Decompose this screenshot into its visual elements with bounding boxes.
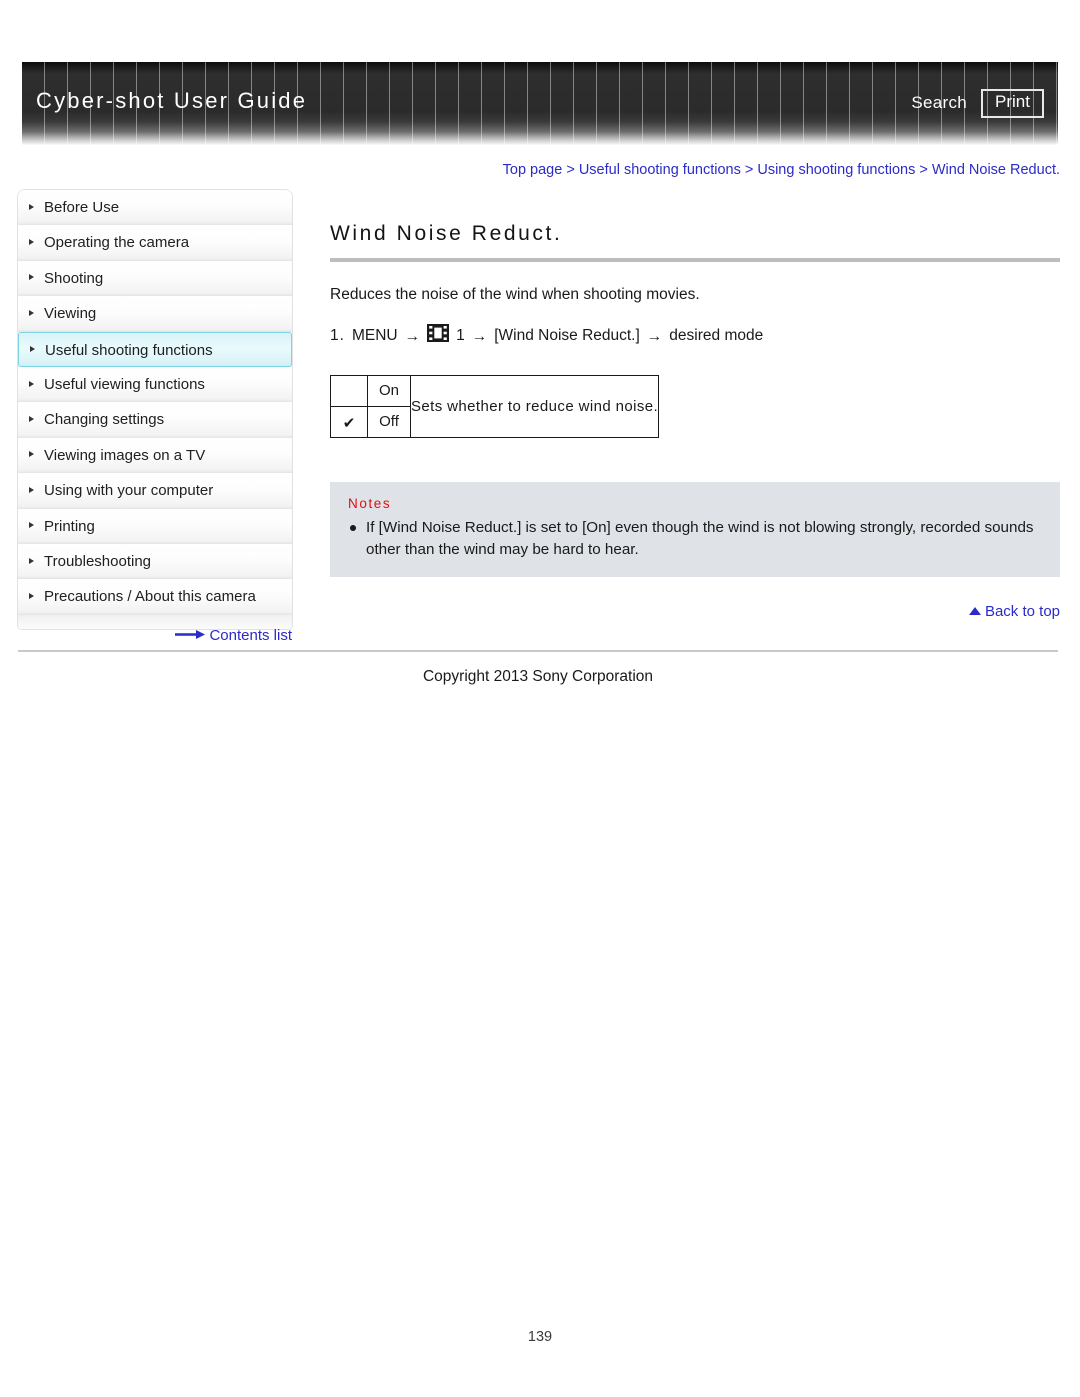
check-icon: ✔ [342, 414, 356, 432]
sidebar-item-operating-the-camera[interactable]: Operating the camera [18, 225, 292, 261]
menu-label: MENU [351, 327, 398, 345]
triangle-right-icon [29, 557, 34, 564]
intro-paragraph: Reduces the noise of the wind when shoot… [330, 286, 700, 303]
arrow-right-glyph-2: → [471, 328, 488, 346]
sidebar-item-label: Viewing images on a TV [44, 446, 206, 464]
copyright-text: Copyright 2013 Sony Corporation [422, 668, 654, 685]
arrow-right-glyph-1: → [404, 328, 421, 346]
triangle-right-icon [29, 274, 34, 281]
triangle-right-icon [30, 345, 35, 352]
default-marker-cell: ✔ [330, 405, 368, 438]
contents-list-label: Contents list [209, 627, 292, 644]
header-actions: Search Print [911, 89, 1044, 118]
sidebar-item-label: Using with your computer [44, 482, 214, 500]
triangle-right-icon [29, 592, 34, 599]
triangle-right-icon [29, 239, 34, 246]
site-header: Cyber-shot User Guide Search Print [22, 62, 1058, 145]
main-content: Wind Noise Reduct. Reduces the noise of … [330, 222, 1060, 620]
site-title: Cyber-shot User Guide [36, 88, 308, 113]
page-number: 139 [527, 1329, 553, 1345]
contents-list-link[interactable]: Contents list [18, 627, 292, 645]
back-to-top-link[interactable]: Back to top [330, 603, 1060, 620]
search-button[interactable]: Search [911, 93, 967, 113]
sidebar-item-label: Printing [44, 517, 95, 535]
film-strip-icon [427, 323, 450, 348]
desired-mode-label: desired mode [669, 327, 764, 345]
default-marker-cell [330, 374, 368, 407]
option-cell: On [367, 374, 411, 407]
sidebar-navigation: Before Use Operating the camera Shooting Vi… [18, 190, 292, 629]
menu-tab-number: 1 [456, 327, 465, 345]
triangle-right-icon [29, 522, 34, 529]
sidebar-item-viewing-images-on-a-tv[interactable]: Viewing images on a TV [18, 437, 292, 474]
triangle-right-icon [29, 416, 34, 423]
page-title: Wind Noise Reduct. [330, 222, 563, 245]
sidebar-item-useful-viewing-functions[interactable]: Useful viewing functions [18, 366, 292, 403]
sidebar-item-troubleshooting[interactable]: Troubleshooting [18, 543, 292, 580]
note-item: If [Wind Noise Reduct.] is set to [On] e… [346, 517, 1044, 561]
sidebar-item-changing-settings[interactable]: Changing settings [18, 402, 292, 438]
sidebar-item-label: Changing settings [44, 411, 165, 429]
sidebar-item-label: Troubleshooting [44, 552, 152, 570]
sidebar-item-label: Operating the camera [44, 234, 190, 252]
triangle-right-icon [29, 451, 34, 458]
table-row: On Sets whether to reduce wind noise. [330, 374, 660, 438]
arrow-right-glyph-3: → [646, 328, 663, 346]
arrow-right-icon [175, 627, 206, 644]
sidebar-item-using-with-your-computer[interactable]: Using with your computer [18, 473, 292, 509]
sidebar-item-shooting[interactable]: Shooting [18, 260, 292, 297]
sidebar-item-label: Viewing [44, 305, 97, 323]
note-text: If [Wind Noise Reduct.] is set to [On] e… [366, 518, 1034, 558]
triangle-right-icon [29, 309, 34, 316]
settings-options-table: On Sets whether to reduce wind noise. ✔ Off [330, 374, 660, 438]
menu-path-step: 1. MENU → 1 → [Wind Noise Reduct.] → des… [330, 323, 1060, 349]
back-to-top-label: Back to top [984, 602, 1060, 620]
notes-heading: Notes [348, 495, 392, 511]
print-button[interactable]: Print [981, 89, 1044, 118]
triangle-up-icon [968, 607, 981, 616]
sidebar-item-label: Useful viewing functions [44, 375, 205, 393]
sidebar-item-label: Useful shooting functions [45, 341, 213, 359]
option-description-cell: Sets whether to reduce wind noise. [409, 374, 660, 438]
sidebar-item-label: Before Use [44, 199, 120, 216]
sidebar-item-label: Precautions / About this camera [44, 588, 256, 606]
sidebar-item-before-use[interactable]: Before Use [18, 190, 292, 226]
triangle-right-icon [29, 380, 34, 387]
sidebar-item-precautions-about-this-camera[interactable]: Precautions / About this camera [18, 579, 292, 615]
triangle-right-icon [29, 486, 34, 493]
sidebar-item-printing[interactable]: Printing [18, 508, 292, 544]
breadcrumb[interactable]: Top page > Useful shooting functions > U… [330, 162, 1060, 178]
sidebar-item-viewing[interactable]: Viewing [18, 296, 292, 332]
step-number: 1. [330, 327, 345, 345]
option-cell: Off [367, 405, 411, 438]
triangle-right-icon [29, 203, 34, 210]
bullet-icon [350, 524, 356, 531]
title-divider [330, 258, 1060, 262]
setting-name: [Wind Noise Reduct.] [494, 327, 640, 345]
notes-list: If [Wind Noise Reduct.] is set to [On] e… [346, 517, 1044, 561]
sidebar-item-label: Shooting [44, 269, 104, 287]
notes-box: Notes If [Wind Noise Reduct.] is set to … [330, 481, 1060, 577]
sidebar-item-useful-shooting-functions[interactable]: Useful shooting functions [18, 331, 292, 367]
